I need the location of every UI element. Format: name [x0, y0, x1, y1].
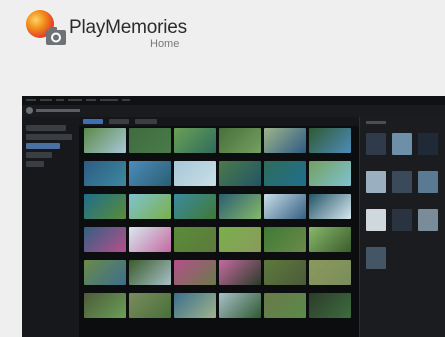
photo-thumbnail[interactable]	[174, 161, 216, 186]
app-icon	[26, 107, 33, 114]
photo-thumbnail[interactable]	[129, 293, 171, 318]
photo-thumbnail[interactable]	[129, 260, 171, 285]
photo-thumbnail[interactable]	[264, 293, 306, 318]
logo: PlayMemories Home	[24, 5, 194, 50]
photo-thumbnail[interactable]	[174, 194, 216, 219]
brand-title: PlayMemories	[69, 17, 187, 38]
tab-1[interactable]	[83, 119, 103, 124]
selected-photo-thumbnail[interactable]	[392, 133, 412, 155]
photo-thumbnail[interactable]	[264, 194, 306, 219]
photo-thumbnail[interactable]	[309, 260, 351, 285]
photo-thumbnail[interactable]	[309, 194, 351, 219]
selected-photo-thumbnail[interactable]	[418, 133, 438, 155]
menu-bar	[22, 96, 445, 105]
brand-subtitle: Home	[150, 38, 180, 50]
photo-thumbnail[interactable]	[129, 194, 171, 219]
sidebar-item-4[interactable]	[26, 152, 52, 158]
tab-2[interactable]	[109, 119, 129, 124]
photo-thumbnail[interactable]	[264, 161, 306, 186]
sidebar-item-5[interactable]	[26, 161, 44, 167]
sidebar-item-2[interactable]	[26, 134, 72, 140]
selected-photo-thumbnail[interactable]	[366, 171, 386, 193]
selected-photo-thumbnail[interactable]	[418, 171, 438, 193]
main-content	[79, 117, 359, 337]
photo-thumbnail[interactable]	[174, 293, 216, 318]
playmemories-camera-icon	[26, 10, 66, 45]
photo-thumbnail[interactable]	[174, 128, 216, 153]
app-title	[36, 109, 80, 112]
tab-3[interactable]	[135, 119, 157, 124]
selected-photo-thumbnail[interactable]	[366, 133, 386, 155]
photo-thumbnail[interactable]	[174, 260, 216, 285]
photo-thumbnail[interactable]	[129, 227, 171, 252]
photo-thumbnail[interactable]	[219, 161, 261, 186]
right-panel-header	[366, 121, 386, 124]
sidebar-item-1[interactable]	[26, 125, 66, 131]
photo-thumbnail[interactable]	[219, 194, 261, 219]
photo-thumbnail[interactable]	[219, 293, 261, 318]
photo-thumbnail[interactable]	[309, 128, 351, 153]
photo-thumbnail[interactable]	[219, 227, 261, 252]
photo-thumbnail[interactable]	[174, 227, 216, 252]
photo-thumbnail[interactable]	[84, 194, 126, 219]
photo-thumbnail[interactable]	[84, 260, 126, 285]
sidebar	[22, 117, 80, 337]
selected-photo-thumbnail[interactable]	[418, 209, 438, 231]
selected-photo-thumbnail[interactable]	[366, 209, 386, 231]
right-panel	[359, 117, 445, 337]
photo-thumbnail[interactable]	[129, 161, 171, 186]
app-screenshot	[22, 96, 445, 337]
photo-thumbnail[interactable]	[264, 260, 306, 285]
photo-thumbnail[interactable]	[84, 227, 126, 252]
selected-photo-thumbnail[interactable]	[366, 247, 386, 269]
photo-thumbnail[interactable]	[219, 260, 261, 285]
photo-thumbnail[interactable]	[219, 128, 261, 153]
photo-thumbnail[interactable]	[309, 161, 351, 186]
photo-thumbnail[interactable]	[129, 128, 171, 153]
photo-thumbnail[interactable]	[264, 128, 306, 153]
photo-thumbnail[interactable]	[264, 227, 306, 252]
view-tabs	[79, 117, 359, 126]
photo-thumbnail[interactable]	[84, 293, 126, 318]
photo-thumbnail[interactable]	[309, 227, 351, 252]
photo-thumbnail[interactable]	[84, 128, 126, 153]
photo-thumbnail[interactable]	[84, 161, 126, 186]
selected-photo-thumbnail[interactable]	[392, 171, 412, 193]
sidebar-item-3[interactable]	[26, 143, 60, 149]
selected-photo-thumbnail[interactable]	[392, 209, 412, 231]
photo-thumbnail[interactable]	[309, 293, 351, 318]
